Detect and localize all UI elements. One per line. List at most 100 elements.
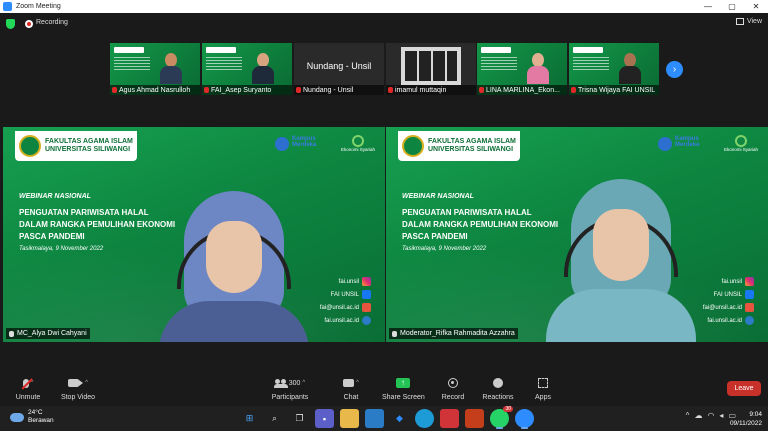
chevron-up-icon[interactable]: ^: [356, 380, 359, 386]
cloud-icon: [10, 412, 24, 422]
chevron-up-icon[interactable]: ^: [302, 380, 305, 386]
share-screen-icon: ↑: [396, 378, 410, 388]
explorer-icon[interactable]: [340, 409, 359, 428]
webinar-date: Tasikmalaya, 9 November 2022: [19, 246, 104, 252]
kampus-merdeka-logo: Kampus Merdeka: [275, 135, 335, 153]
dropbox-icon[interactable]: ◆: [390, 409, 409, 428]
muted-mic-icon: [112, 87, 117, 93]
onedrive-icon[interactable]: ☁: [694, 411, 702, 420]
minimize-button[interactable]: —: [696, 0, 720, 13]
taskview-icon[interactable]: ❐: [290, 409, 309, 428]
unmute-button[interactable]: ^ Unmute: [12, 376, 44, 401]
participant-name: MC_Alya Dwi Cahyani: [17, 330, 87, 337]
windows-icon[interactable]: ⊞: [240, 409, 259, 428]
participant-video: [527, 53, 549, 84]
keyboard-video: [401, 47, 461, 85]
windows-taskbar: 24°C Berawan ⊞ ⌕ ❐ ▪ ◆ 30 ^ ☁ ◠ ◂ ▭ 9:04 …: [0, 406, 768, 431]
clock-time: 9:04: [749, 411, 762, 418]
close-button[interactable]: ✕: [744, 0, 768, 13]
view-button[interactable]: View: [735, 18, 762, 25]
globe-icon: [362, 316, 371, 325]
faculty-name: FAKULTAS AGAMA ISLAM UNIVERSITAS SILIWANG…: [45, 138, 133, 153]
whatsapp-icon[interactable]: 30: [490, 406, 513, 429]
ppt-icon[interactable]: [465, 409, 484, 428]
chat-button[interactable]: ^ Chat: [338, 376, 364, 401]
temperature: 24°C: [28, 409, 43, 416]
meeting-toolbar: ^ Unmute ^ Stop Video 300 ^ Participants …: [0, 373, 768, 406]
muted-mic-icon: [296, 87, 301, 93]
webinar-label: WEBINAR NASIONAL: [19, 193, 91, 200]
search-icon[interactable]: ⌕: [265, 409, 284, 428]
ekonomi-syariah-logo: Ekonomi Syariah: [722, 135, 760, 157]
leave-button[interactable]: Leave: [727, 381, 761, 396]
email-contact: fai@unsil.ac.id: [291, 301, 371, 314]
system-clock[interactable]: 9:04 09/11/2022: [730, 410, 762, 428]
participants-button[interactable]: 300 ^ Participants: [268, 376, 312, 401]
edge-icon[interactable]: [415, 409, 434, 428]
chevron-up-icon[interactable]: ^: [686, 411, 690, 420]
zoom-icon[interactable]: [515, 409, 534, 429]
recording-label[interactable]: Recording: [36, 19, 68, 26]
faculty-logo: FAKULTAS AGAMA ISLAM UNIVERSITAS SILIWANG…: [15, 131, 137, 161]
ekonomi-syariah-icon: [352, 135, 364, 147]
participant-thumbnail[interactable]: Nundang - Unsil Nundang - Unsil: [294, 43, 384, 95]
video-tile-active-speaker[interactable]: FAKULTAS AGAMA ISLAM UNIVERSITAS SILIWANG…: [3, 127, 385, 342]
apps-button[interactable]: Apps: [532, 376, 554, 401]
apps-label: Apps: [535, 394, 551, 401]
record-button[interactable]: Record: [440, 376, 466, 401]
next-page-arrow-icon[interactable]: ›: [666, 61, 683, 78]
weather-condition: Berawan: [28, 417, 54, 424]
mail-icon: [745, 303, 754, 312]
reactions-button[interactable]: Reactions: [482, 376, 514, 401]
maximize-button[interactable]: ▢: [720, 0, 744, 13]
facebook-contact: FAI UNSIL: [674, 288, 754, 301]
view-grid-icon: [735, 18, 744, 25]
participant-name: Agus Ahmad Nasrulloh: [119, 86, 191, 94]
video-tile[interactable]: FAKULTAS AGAMA ISLAM UNIVERSITAS SILIWANG…: [386, 127, 768, 342]
instagram-contact: fai.unsil: [291, 275, 371, 288]
facebook-icon: [362, 290, 371, 299]
share-screen-label: Share Screen: [382, 394, 425, 401]
participant-thumbnail[interactable]: FAI_Asep Suryanto: [202, 43, 292, 95]
encryption-shield-icon[interactable]: [6, 19, 15, 29]
participant-thumbnail[interactable]: imamul muttaqin: [386, 43, 476, 95]
participant-thumbnail[interactable]: Trisna Wijaya FAI UNSIL: [569, 43, 659, 95]
chevron-up-icon[interactable]: ^: [31, 380, 34, 386]
weather-widget[interactable]: 24°C Berawan: [10, 409, 54, 425]
mic-icon: [9, 330, 14, 337]
kampus-merdeka-icon: [275, 137, 289, 151]
notification-badge: 30: [503, 406, 513, 412]
zoom-app-icon: [3, 2, 12, 11]
recording-icon: [25, 20, 33, 28]
title-bar: Zoom Meeting — ▢ ✕: [0, 0, 768, 13]
stop-video-label: Stop Video: [60, 394, 96, 401]
participants-icon: [273, 379, 288, 388]
chevron-up-icon[interactable]: ^: [85, 380, 88, 386]
teams-icon[interactable]: ▪: [315, 409, 334, 428]
participants-label: Participants: [271, 394, 309, 401]
participant-name-label: Trisna Wijaya FAI UNSIL: [569, 85, 659, 95]
participant-name-label: MC_Alya Dwi Cahyani: [6, 328, 90, 339]
participant-name: FAI_Asep Suryanto: [211, 86, 272, 94]
email-contact: fai@unsil.ac.id: [674, 301, 754, 314]
share-screen-button[interactable]: ↑ Share Screen: [382, 376, 425, 401]
stop-video-button[interactable]: ^ Stop Video: [58, 376, 98, 401]
view-label: View: [746, 18, 762, 25]
mail-icon[interactable]: [365, 409, 384, 428]
video-camera-icon: [68, 379, 84, 387]
participant-name: imamul muttaqin: [395, 86, 447, 94]
website-contact: fai.unsil.ac.id: [674, 314, 754, 327]
participant-video-person: [159, 191, 309, 342]
wifi-icon[interactable]: ◠: [707, 411, 714, 420]
speaker-icon[interactable]: ◂: [719, 411, 723, 420]
participant-video: [619, 53, 641, 84]
participant-name-label: FAI_Asep Suryanto: [202, 85, 292, 95]
office-icon[interactable]: [440, 409, 459, 428]
ekonomi-syariah-logo: Ekonomi Syariah: [339, 135, 377, 157]
participant-name-label: Agus Ahmad Nasrulloh: [110, 85, 200, 95]
participant-thumbnail[interactable]: Agus Ahmad Nasrulloh: [110, 43, 200, 95]
participant-thumbnail[interactable]: LINA MARLINA_Ekon...: [477, 43, 567, 95]
globe-icon: [745, 316, 754, 325]
kampus-merdeka-logo: Kampus Merdeka: [658, 135, 718, 153]
muted-mic-icon: [22, 378, 29, 388]
